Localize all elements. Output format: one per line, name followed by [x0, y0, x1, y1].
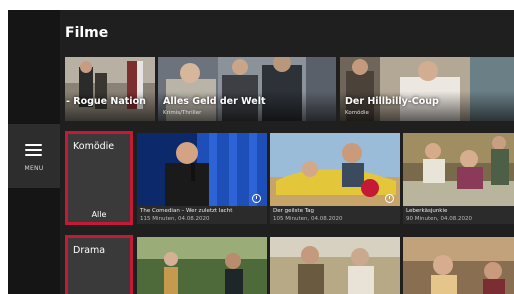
movie-meta: 115 Minuten, 04.08.2020	[140, 216, 210, 222]
movie-card-drama-1[interactable]	[137, 237, 267, 294]
thumbnail-image	[137, 237, 267, 294]
thumbnail-image	[137, 133, 267, 206]
hero-title: Der Hillbilly-Coup	[345, 96, 439, 107]
thumbnail-image	[270, 133, 400, 206]
thumbnail-image	[270, 237, 400, 294]
category-name: Drama	[73, 245, 106, 256]
category-all-link[interactable]: Alle	[68, 210, 130, 219]
clock-icon	[252, 194, 261, 203]
hero-title: Alles Geld der Welt	[163, 96, 266, 107]
movie-meta: 105 Minuten, 04.08.2020	[273, 216, 343, 222]
movie-thumbnail	[137, 133, 267, 206]
movie-title: Der geilste Tag	[273, 208, 315, 214]
tv-screen: MENU Filme - Rogue Nation Alles Geld der…	[8, 10, 514, 294]
hero-tile-rogue-nation[interactable]: - Rogue Nation	[65, 57, 155, 121]
hero-tile-alles-geld-der-welt[interactable]: Alles Geld der Welt Krimis/Thriller	[158, 57, 336, 121]
movie-title: The Comedian – Wer zuletzt lacht	[140, 208, 233, 214]
sidebar: MENU	[8, 10, 60, 294]
page-title: Filme	[65, 25, 109, 41]
clock-icon	[385, 194, 394, 203]
movie-thumbnail	[270, 133, 400, 206]
movie-card-der-geilste-tag[interactable]: Der geilste Tag 105 Minuten, 04.08.2020	[270, 133, 400, 224]
movie-card-drama-3[interactable]	[403, 237, 514, 294]
movie-title: Leberkäsjunkie	[406, 208, 448, 214]
hero-subtitle: Komödie	[345, 110, 369, 116]
thumbnail-image	[403, 133, 514, 206]
menu-button[interactable]: MENU	[8, 124, 60, 188]
movie-card-leberkaesjunkie[interactable]: Leberkäsjunkie 90 Minuten, 04.08.2020	[403, 133, 514, 224]
hero-tile-der-hillbilly-coup[interactable]: Der Hillbilly-Coup Komödie	[340, 57, 514, 121]
hamburger-icon	[25, 144, 42, 157]
hero-subtitle: Krimis/Thriller	[163, 110, 202, 116]
menu-label: MENU	[24, 165, 44, 172]
movie-thumbnail	[403, 133, 514, 206]
category-name: Komödie	[73, 141, 115, 152]
thumbnail-image	[403, 237, 514, 294]
movie-meta: 90 Minuten, 04.08.2020	[406, 216, 473, 222]
hero-title: - Rogue Nation	[66, 96, 146, 107]
category-tile-drama[interactable]: Drama	[65, 235, 133, 294]
category-tile-komoedie[interactable]: Komödie Alle	[65, 131, 133, 225]
movie-card-drama-2[interactable]	[270, 237, 400, 294]
movie-card-the-comedian[interactable]: The Comedian – Wer zuletzt lacht 115 Min…	[137, 133, 267, 224]
